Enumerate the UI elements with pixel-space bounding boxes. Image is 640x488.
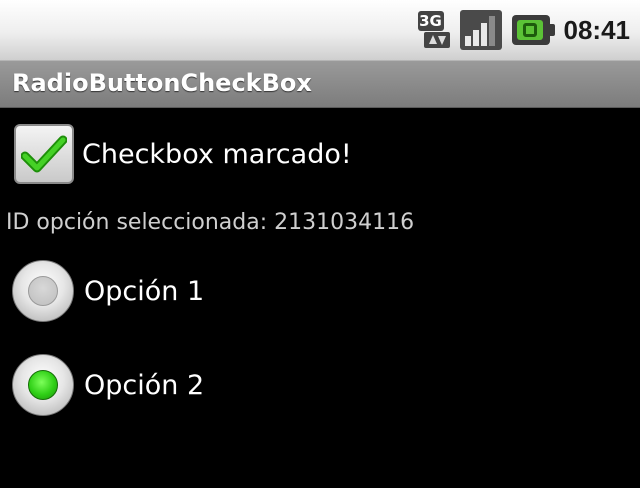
radio-option-1[interactable]: Opción 1 — [12, 260, 204, 322]
signal-strength-icon — [459, 10, 502, 50]
status-bar: 3G 08:41 — [0, 0, 640, 60]
radio-option-1-label[interactable]: Opción 1 — [84, 276, 204, 307]
data-activity-arrows-icon — [423, 32, 450, 48]
radio-button-unchecked[interactable] — [12, 260, 74, 322]
status-icons: 3G 08:41 — [417, 9, 631, 51]
radio-dot-empty-icon — [28, 276, 58, 306]
checkbox-control[interactable] — [14, 124, 74, 184]
radio-option-2[interactable]: Opción 2 — [12, 354, 204, 416]
app-title-bar: RadioButtonCheckBox — [0, 60, 640, 108]
checkbox-label[interactable]: Checkbox marcado! — [82, 139, 352, 170]
status-clock: 08:41 — [563, 14, 631, 45]
network-3g-icon: 3G — [417, 11, 452, 49]
app-title: RadioButtonCheckBox — [12, 69, 312, 97]
checkmark-icon — [21, 135, 67, 173]
radio-button-checked[interactable] — [12, 354, 74, 416]
battery-charging-icon — [511, 15, 555, 45]
checkbox-row[interactable]: Checkbox marcado! — [14, 124, 352, 184]
radio-dot-selected-icon — [28, 370, 58, 400]
selected-option-id-text: ID opción seleccionada: 2131034116 — [6, 210, 415, 235]
network-type-label: 3G — [417, 11, 444, 31]
radio-option-2-label[interactable]: Opción 2 — [84, 370, 204, 401]
